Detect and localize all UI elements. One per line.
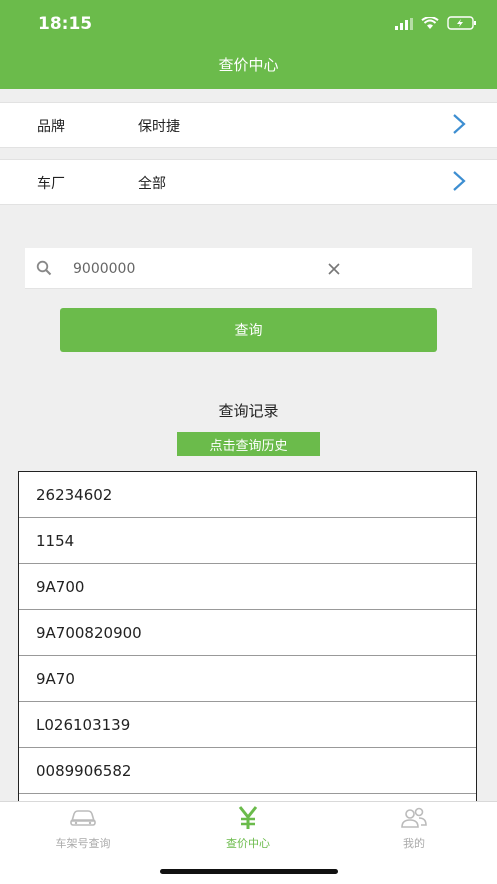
brand-value: 保时捷 [138,119,180,135]
search-bar [25,248,472,289]
status-time: 18:15 [38,14,93,34]
list-item[interactable]: 9A70 [19,656,476,702]
records-list: 26234602 1154 9A700 9A700820900 9A70 L02… [18,471,477,811]
list-item[interactable]: 26234602 [19,472,476,518]
wifi-icon [421,15,439,34]
clear-icon[interactable] [327,261,341,280]
tab-label: 查价中心 [226,837,270,850]
tab-mine[interactable]: 我的 [364,806,464,851]
page-title: 查价中心 [218,56,279,74]
list-item[interactable]: L026103139 [19,702,476,748]
battery-icon [447,15,477,34]
car-icon [68,810,98,833]
factory-value: 全部 [138,176,166,192]
brand-row[interactable]: 品牌 保时捷 [0,102,497,148]
tab-price-center[interactable]: 查价中心 [198,806,298,851]
list-item[interactable]: 0089906582 [19,748,476,794]
chevron-right-icon [451,170,467,196]
people-icon [399,807,429,833]
tab-label: 我的 [403,837,425,850]
signal-icon [395,15,413,34]
search-icon [36,260,52,280]
factory-row[interactable]: 车厂 全部 [0,159,497,205]
yen-icon [235,806,261,833]
brand-label: 品牌 [37,119,65,135]
chevron-right-icon [451,113,467,139]
factory-label: 车厂 [37,176,65,192]
list-item[interactable]: 1154 [19,518,476,564]
tab-vin-query[interactable]: 车架号查询 [33,806,133,851]
list-item[interactable]: 9A700820900 [19,610,476,656]
app-header: 18:15 查价中心 [0,0,497,89]
records-title: 查询记录 [218,402,279,420]
search-input[interactable] [71,256,315,282]
home-indicator [160,869,338,874]
list-item[interactable]: 9A700 [19,564,476,610]
status-icons [395,15,477,34]
query-button[interactable]: 查询 [60,308,437,352]
history-button[interactable]: 点击查询历史 [177,432,320,456]
tab-label: 车架号查询 [55,837,111,850]
